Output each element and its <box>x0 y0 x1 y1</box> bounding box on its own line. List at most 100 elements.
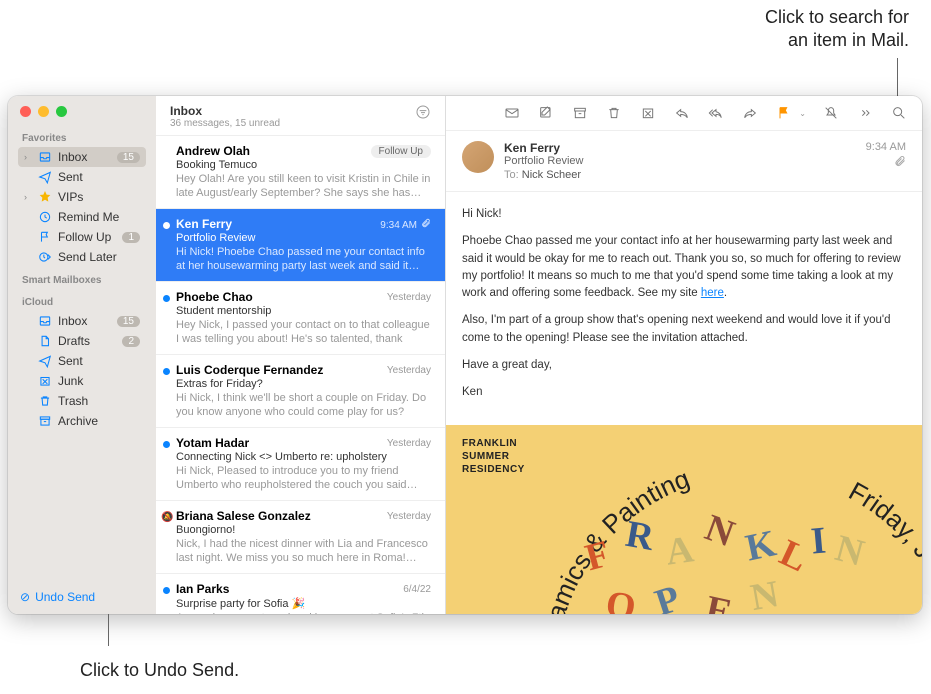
sidebar-item-remind-me[interactable]: Remind Me <box>18 207 146 227</box>
message-preview: Hi Nick, I think we'll be short a couple… <box>176 391 431 419</box>
mute-icon[interactable] <box>822 104 840 122</box>
minimize-window-button[interactable] <box>38 106 49 117</box>
message-subject: Surprise party for Sofia 🎉 <box>176 597 431 610</box>
message-row[interactable]: Andrew OlahFollow UpBooking TemucoHey Ol… <box>156 136 445 209</box>
filter-icon[interactable] <box>415 104 431 125</box>
sidebar-item-inbox[interactable]: ›Inbox15 <box>18 147 146 167</box>
attachment-preview[interactable]: FRANKLIN SUMMER RESIDENCY Ceramics & Pai… <box>446 425 922 614</box>
window-traffic-lights <box>8 96 156 125</box>
message-preview: As you know, next weekend is our sweet S… <box>176 611 431 614</box>
archive-icon <box>38 414 52 428</box>
sidebar-item-label: Follow Up <box>58 230 116 244</box>
mailbox-title: Inbox <box>170 104 280 118</box>
sender-avatar[interactable] <box>462 141 494 173</box>
sidebar-item-archive[interactable]: Archive <box>18 411 146 431</box>
message-preview: Hey Olah! Are you still keen to visit Kr… <box>176 172 431 200</box>
reply-icon[interactable] <box>673 104 691 122</box>
clock-icon <box>38 210 52 224</box>
flag-icon <box>38 230 52 244</box>
sidebar-item-label: Archive <box>58 414 140 428</box>
sidebar-badge: 1 <box>122 232 140 243</box>
trash-icon[interactable] <box>605 104 623 122</box>
sidebar-item-vips[interactable]: › VIPs <box>18 187 146 207</box>
envelope-icon[interactable] <box>503 104 521 122</box>
message-sender: Luis Coderque Fernandez <box>176 363 323 377</box>
message-row[interactable]: 🔕Briana Salese GonzalezYesterdayBuongior… <box>156 501 445 574</box>
mail-paragraph-2: Also, I'm part of a group show that's op… <box>462 312 906 347</box>
sidebar-item-label: Sent <box>58 354 140 368</box>
sidebar-item-label: VIPs <box>58 190 140 204</box>
message-row[interactable]: Phoebe ChaoYesterdayStudent mentorshipHe… <box>156 282 445 355</box>
undo-send-label: Undo Send <box>35 590 95 604</box>
message-subject: Buongiorno! <box>176 524 431 536</box>
inbox-icon <box>38 314 52 328</box>
message-preview: Hi Nick! Phoebe Chao passed me your cont… <box>176 245 431 273</box>
sidebar-item-sent[interactable]: Sent <box>18 167 146 187</box>
message-list-header: Inbox 36 messages, 15 unread <box>156 96 445 136</box>
attachment-icon <box>421 219 431 231</box>
sidebar-badge: 2 <box>122 336 140 347</box>
sidebar-item-send-later[interactable]: Send Later <box>18 247 146 267</box>
message-row[interactable]: Ian Parks6/4/22Surprise party for Sofia … <box>156 574 445 614</box>
message-row[interactable]: Yotam HadarYesterdayConnecting Nick <> U… <box>156 428 445 501</box>
sidebar-item-label: Sent <box>58 170 140 184</box>
sidebar-badge: 15 <box>117 152 140 163</box>
sidebar-section-header[interactable]: Smart Mailboxes <box>18 269 146 289</box>
mail-header: Ken Ferry Portfolio Review To: Nick Sche… <box>446 131 922 192</box>
message-list-pane: Inbox 36 messages, 15 unread Andrew Olah… <box>156 96 446 614</box>
paperplane-icon <box>38 354 52 368</box>
compose-icon[interactable] <box>537 104 555 122</box>
xbin-icon <box>38 374 52 388</box>
sidebar-badge: 15 <box>117 316 140 327</box>
forward-icon[interactable] <box>741 104 759 122</box>
mail-paragraph-3: Have a great day, <box>462 357 906 374</box>
message-sender: Phoebe Chao <box>176 290 253 304</box>
message-subject: Connecting Nick <> Umberto re: upholster… <box>176 451 431 463</box>
fullscreen-window-button[interactable] <box>56 106 67 117</box>
message-row[interactable]: Ken Ferry9:34 AMPortfolio ReviewHi Nick!… <box>156 209 445 282</box>
junk-icon[interactable] <box>639 104 657 122</box>
mail-to-name[interactable]: Nick Scheer <box>522 169 581 181</box>
paperplane-icon <box>38 170 52 184</box>
undo-icon: ⊘ <box>20 590 30 604</box>
mail-paragraph-1: Phoebe Chao passed me your contact info … <box>462 233 906 302</box>
search-icon[interactable] <box>890 104 908 122</box>
sidebar-item-follow-up[interactable]: Follow Up 1 <box>18 227 146 247</box>
message-preview: Nick, I had the nicest dinner with Lia a… <box>176 537 431 565</box>
sidebar-section-header[interactable]: Favorites <box>18 127 146 147</box>
sidebar-item-trash[interactable]: Trash <box>18 391 146 411</box>
sidebar-item-sent[interactable]: Sent <box>18 351 146 371</box>
mail-window: Favorites›Inbox15Sent›VIPsRemind MeFollo… <box>8 96 922 614</box>
attachment-icon[interactable] <box>866 155 906 170</box>
attachment-letters-art: F R A N K L I N O P E N <box>566 474 906 614</box>
sidebar-item-label: Trash <box>58 394 140 408</box>
undo-send-button[interactable]: ⊘ Undo Send <box>8 580 156 614</box>
sidebar-item-label: Remind Me <box>58 210 140 224</box>
chevron-right-icon[interactable]: › <box>24 192 32 202</box>
sidebar-item-inbox[interactable]: Inbox 15 <box>18 311 146 331</box>
sidebar-item-label: Inbox <box>58 314 111 328</box>
message-subject: Student mentorship <box>176 305 431 317</box>
mail-greeting: Hi Nick! <box>462 206 906 223</box>
mail-body[interactable]: Hi Nick! Phoebe Chao passed me your cont… <box>446 192 922 425</box>
message-list-body[interactable]: Andrew OlahFollow UpBooking TemucoHey Ol… <box>156 136 445 614</box>
mail-to-line: To: Nick Scheer <box>504 169 856 181</box>
message-date: 6/4/22 <box>403 584 431 595</box>
archive-icon[interactable] <box>571 104 589 122</box>
close-window-button[interactable] <box>20 106 31 117</box>
more-icon[interactable] <box>856 104 874 122</box>
sidebar-section-header[interactable]: iCloud <box>18 291 146 311</box>
message-date: Yesterday <box>387 511 431 522</box>
message-row[interactable]: Luis Coderque FernandezYesterdayExtras f… <box>156 355 445 428</box>
flag-icon[interactable] <box>775 104 793 122</box>
flag-menu-chevron-icon[interactable]: ⌄ <box>799 109 806 118</box>
mute-indicator-icon: 🔕 <box>161 512 173 523</box>
sidebar-item-drafts[interactable]: Drafts2 <box>18 331 146 351</box>
portfolio-link[interactable]: here <box>701 287 724 299</box>
chevron-right-icon[interactable]: › <box>24 152 32 162</box>
mail-date: 9:34 AM <box>866 141 906 153</box>
message-date: Yesterday <box>387 292 431 303</box>
reply-all-icon[interactable] <box>707 104 725 122</box>
star-icon <box>38 190 52 204</box>
sidebar-item-junk[interactable]: Junk <box>18 371 146 391</box>
